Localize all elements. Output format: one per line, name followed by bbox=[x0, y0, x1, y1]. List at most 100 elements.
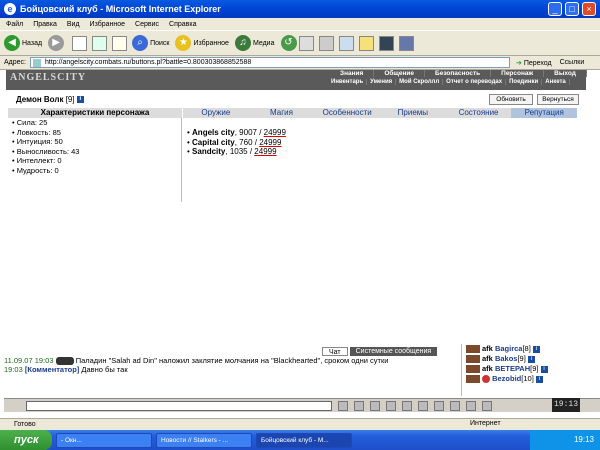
edit-icon[interactable] bbox=[338, 35, 354, 51]
home-icon[interactable] bbox=[112, 35, 128, 51]
window-titlebar: e Бойцовский клуб - Microsoft Internet E… bbox=[0, 0, 600, 18]
online-user[interactable]: afk Bagirca[8] i bbox=[466, 344, 581, 354]
menu-exit[interactable]: Выход bbox=[544, 70, 587, 77]
menu-bar: Файл Правка Вид Избранное Сервис Справка bbox=[0, 18, 600, 30]
chat-message: 11.09.07 19:03 Паладин "Salah ad Din" на… bbox=[4, 356, 460, 366]
user-status: afk bbox=[482, 344, 493, 353]
tab-magic[interactable]: Магия bbox=[249, 108, 315, 118]
person-icon[interactable] bbox=[402, 400, 412, 411]
paladin-icon bbox=[55, 357, 74, 366]
menu-knowledge[interactable]: Знания bbox=[330, 70, 375, 77]
tab-system-messages[interactable]: Системные сообщения bbox=[349, 347, 438, 356]
close-button[interactable]: × bbox=[582, 2, 596, 16]
mail-icon[interactable] bbox=[298, 35, 314, 51]
address-input[interactable]: http://angelscity.combats.ru/buttons.pl?… bbox=[29, 57, 510, 68]
info-icon[interactable]: i bbox=[540, 365, 548, 373]
chat-author[interactable]: [Комментатор] bbox=[25, 365, 79, 374]
start-button[interactable]: пуск bbox=[0, 430, 52, 450]
favorites-button[interactable]: ★ Избранное bbox=[175, 35, 229, 51]
zone-text: Интернет bbox=[470, 420, 501, 427]
rep-city: Angels city bbox=[192, 128, 235, 137]
character-level: [9] bbox=[65, 95, 75, 104]
k-icon[interactable] bbox=[378, 35, 394, 51]
menu-transfer-report[interactable]: Отчет о переводах bbox=[443, 79, 507, 85]
go-label: Переход bbox=[523, 59, 552, 67]
folder-icon[interactable] bbox=[358, 35, 374, 51]
reputation-row: • Capital city, 760 / 24999 bbox=[187, 137, 282, 147]
clear-icon[interactable] bbox=[338, 400, 348, 411]
minimize-button[interactable]: _ bbox=[548, 2, 562, 16]
media-button[interactable]: ♫ Медиа bbox=[234, 35, 275, 51]
menu-battles[interactable]: Поединки bbox=[506, 79, 543, 85]
tab-state[interactable]: Состояние bbox=[446, 108, 512, 118]
smiley-icon[interactable] bbox=[354, 400, 364, 411]
tab-weapons[interactable]: Оружие bbox=[183, 108, 249, 118]
info-icon[interactable]: i bbox=[527, 355, 535, 363]
return-button[interactable]: Вернуться bbox=[537, 94, 579, 105]
menu-favorites[interactable]: Избранное bbox=[90, 21, 125, 28]
stats-list: • Сила: 25 • Ловкость: 85 • Интуиция: 50… bbox=[12, 118, 79, 175]
search-button[interactable]: ⌕ Поиск bbox=[132, 35, 169, 51]
tab-reputation[interactable]: Репутация bbox=[511, 108, 578, 118]
links-label[interactable]: Ссылки bbox=[560, 59, 585, 66]
menu-edit[interactable]: Правка bbox=[33, 21, 57, 28]
refresh-button[interactable]: Обновить bbox=[489, 94, 533, 105]
window-title: Бойцовский клуб - Microsoft Internet Exp… bbox=[20, 4, 221, 14]
menu-communication[interactable]: Общение bbox=[374, 70, 426, 77]
media-label: Медиа bbox=[252, 39, 275, 47]
online-user[interactable]: Bezobid[10] i bbox=[466, 374, 581, 384]
address-bar: Адрес: http://angelscity.combats.ru/butt… bbox=[0, 56, 600, 70]
rep-value: 9007 bbox=[239, 128, 257, 137]
menu-character[interactable]: Персонаж bbox=[491, 70, 545, 77]
menu-file[interactable]: Файл bbox=[6, 21, 23, 28]
menu-my-scroll[interactable]: Мой Скроллл bbox=[396, 79, 444, 85]
online-user[interactable]: afk ВЕТЕРАН[9] i bbox=[466, 364, 581, 374]
music-icon[interactable] bbox=[434, 400, 444, 411]
status-bar: Готово Интернет bbox=[0, 418, 600, 430]
forward-button[interactable]: ▶ bbox=[48, 35, 66, 51]
globe-icon[interactable] bbox=[450, 400, 460, 411]
go-button[interactable]: ➔ Переход bbox=[516, 59, 552, 67]
exit-icon[interactable] bbox=[482, 400, 492, 411]
tab-chat[interactable]: Чат bbox=[322, 347, 348, 356]
game-top-menu: Знания Общение Безопасность Персонаж Вых… bbox=[330, 70, 587, 77]
back-button[interactable]: ◀ Назад bbox=[4, 35, 42, 51]
print-icon[interactable] bbox=[318, 35, 334, 51]
menu-profile[interactable]: Анкета bbox=[542, 79, 570, 85]
refresh-icon[interactable] bbox=[92, 35, 108, 51]
stat-endurance: • Выносливость: 43 bbox=[12, 146, 80, 156]
face-icon[interactable] bbox=[466, 400, 476, 411]
task-item[interactable]: - Окн... bbox=[56, 432, 152, 448]
messenger-icon[interactable] bbox=[398, 35, 414, 51]
info-icon[interactable]: i bbox=[76, 96, 84, 104]
chat-input-bar bbox=[4, 398, 600, 412]
info-icon[interactable]: i bbox=[532, 345, 540, 353]
task-item[interactable]: Новости // Stalkers - ... bbox=[156, 432, 252, 448]
ie-icon: e bbox=[4, 3, 16, 15]
online-user[interactable]: afk Bakos[9] i bbox=[466, 354, 581, 364]
task-item-active[interactable]: Бойцовский клуб - M... bbox=[256, 432, 352, 448]
chat-settings-icon[interactable] bbox=[386, 400, 396, 411]
menu-security[interactable]: Безопасность bbox=[425, 70, 492, 77]
menu-help[interactable]: Справка bbox=[169, 21, 196, 28]
star-icon: ★ bbox=[175, 35, 192, 51]
speaker-icon[interactable] bbox=[418, 400, 428, 411]
user-level: [10] bbox=[521, 374, 534, 383]
user-level: [9] bbox=[517, 354, 526, 363]
filter-icon[interactable] bbox=[370, 400, 380, 411]
info-icon[interactable]: i bbox=[535, 375, 543, 383]
character-name: Демон Волк [9] i bbox=[16, 95, 84, 104]
menu-inventory[interactable]: Инвентарь bbox=[328, 79, 368, 85]
chat-input[interactable] bbox=[26, 400, 332, 411]
stop-icon[interactable] bbox=[72, 35, 88, 51]
stat-intellect: • Интеллект: 0 bbox=[12, 156, 62, 165]
user-status: afk bbox=[482, 354, 493, 363]
rep-max: 24999 bbox=[254, 147, 277, 156]
tab-techniques[interactable]: Приемы bbox=[380, 108, 446, 118]
menu-view[interactable]: Вид bbox=[67, 21, 80, 28]
maximize-button[interactable]: □ bbox=[565, 2, 579, 16]
history-icon[interactable]: ↺ bbox=[280, 35, 297, 51]
menu-skills[interactable]: Умения bbox=[367, 79, 397, 85]
tab-features[interactable]: Особенности bbox=[314, 108, 380, 118]
menu-tools[interactable]: Сервис bbox=[135, 21, 159, 28]
